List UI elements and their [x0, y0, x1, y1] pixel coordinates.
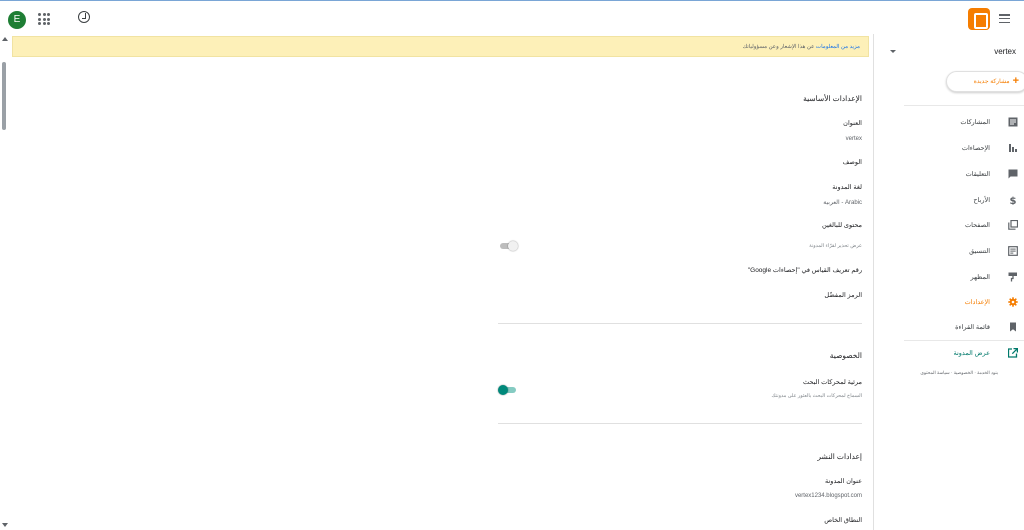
favicon-label[interactable]: الرمز المفضّل: [824, 291, 862, 299]
language-setting-value: Arabic - العربية: [823, 200, 862, 206]
new-post-button[interactable]: +مشاركة جديدة: [946, 71, 1024, 92]
scrollbar-thumb[interactable]: [2, 62, 6, 130]
pages-icon: [1008, 220, 1018, 230]
notice-text: عن هذا الإشعار وعن مسؤولياتك: [742, 44, 815, 50]
section-divider: [498, 323, 862, 324]
sidebar-item-earnings[interactable]: $ الأرباح: [904, 190, 1018, 210]
adult-content-hint: عرض تحذير لقرّاء المدونة: [809, 243, 862, 249]
section-divider: [498, 423, 862, 424]
privacy-heading: الخصوصية: [829, 351, 862, 360]
plus-icon: +: [1012, 75, 1019, 87]
nav-separator: [904, 340, 1024, 341]
gear-icon: [1008, 297, 1018, 307]
footer-links: بنود الخدمة · الخصوصية · سياسة المحتوى: [920, 370, 998, 376]
sidebar-item-comments[interactable]: التعليقات: [904, 164, 1018, 184]
title-setting-value: vertex: [845, 136, 862, 142]
help-circle-icon[interactable]: [78, 11, 90, 23]
bookmark-icon: [1010, 322, 1016, 332]
view-blog-label: عرض المدونة: [953, 350, 990, 357]
apps-grid-icon[interactable]: [38, 13, 50, 25]
sidebar-item-label: الأرباح: [973, 197, 990, 204]
sidebar-item-theme[interactable]: المظهر: [904, 267, 1018, 287]
sidebar-item-label: الصفحات: [964, 222, 990, 229]
publishing-heading: إعدادات النشر: [817, 452, 862, 461]
terms-link[interactable]: بنود الخدمة: [977, 370, 998, 375]
privacy-link[interactable]: الخصوصية: [954, 370, 973, 375]
scroll-up-arrow-icon[interactable]: [1, 36, 8, 42]
svg-text:$: $: [1010, 196, 1017, 205]
search-visibility-hint: السماح لمحركات البحث بالعثور على مدونتك: [771, 393, 862, 399]
analytics-id-label[interactable]: رقم تعريف القياس في "إحصاءات Google": [748, 266, 862, 274]
language-setting-label[interactable]: لغة المدونة: [832, 183, 862, 191]
blog-address-value: vertex1234.blogspot.com: [794, 493, 862, 499]
sidebar-item-reading-list[interactable]: قائمة القراءة: [904, 317, 1018, 337]
sidebar-item-label: التعليقات: [965, 171, 990, 178]
blogger-logo-icon[interactable]: [968, 8, 990, 30]
left-nav: vertex +مشاركة جديدة المشاركات الإحصاءات…: [874, 34, 1024, 530]
account-avatar[interactable]: E: [8, 11, 26, 29]
open-external-icon: [1008, 348, 1018, 358]
search-visibility-label: مرئية لمحركات البحث: [803, 379, 862, 386]
view-blog-link[interactable]: عرض المدونة: [904, 343, 1018, 363]
footer-separator: ·: [950, 370, 953, 375]
comments-icon: [1008, 169, 1018, 179]
scroll-down-arrow-icon[interactable]: [1, 522, 8, 528]
sidebar-item-layout[interactable]: التنسيق: [904, 241, 1018, 261]
search-visibility-toggle[interactable]: [498, 385, 518, 395]
content-policy-link[interactable]: سياسة المحتوى: [920, 370, 949, 375]
sidebar-item-label: المشاركات: [960, 119, 990, 126]
sidebar-item-label: الإعدادات: [964, 299, 990, 306]
sidebar-item-posts[interactable]: المشاركات: [904, 112, 1018, 132]
dollar-icon: $: [1010, 196, 1017, 205]
footer-separator: ·: [974, 370, 976, 375]
sidebar-item-settings[interactable]: الإعدادات: [904, 292, 1018, 312]
basic-settings-heading: الإعدادات الأساسية: [803, 94, 862, 103]
description-setting-label[interactable]: الوصف: [843, 158, 862, 166]
adult-content-toggle[interactable]: [498, 241, 518, 251]
adult-content-label: محتوى للبالغين: [822, 222, 862, 229]
blog-selector[interactable]: vertex: [994, 47, 1016, 56]
learn-more-link[interactable]: مزيد من المعلومات: [816, 44, 860, 50]
sidebar-item-label: المظهر: [970, 274, 990, 281]
sidebar-item-pages[interactable]: الصفحات: [904, 215, 1018, 235]
custom-domain-label[interactable]: النطاق الخاص: [824, 516, 862, 524]
sidebar-item-label: الإحصاءات: [961, 145, 990, 152]
layout-icon: [1008, 246, 1018, 256]
top-bar: E: [0, 0, 1024, 34]
posts-icon: [1008, 117, 1018, 127]
new-post-label: مشاركة جديدة: [973, 79, 1010, 86]
hamburger-menu-icon[interactable]: [999, 14, 1010, 24]
paint-roller-icon: [1008, 272, 1017, 282]
title-setting-label[interactable]: العنوان: [843, 119, 862, 127]
sidebar-item-stats[interactable]: الإحصاءات: [904, 138, 1018, 158]
blog-address-label[interactable]: عنوان المدونة: [825, 477, 862, 485]
notice-banner: مزيد من المعلومات عن هذا الإشعار وعن مسؤ…: [12, 36, 869, 57]
stats-icon: [1009, 144, 1017, 152]
chevron-down-icon[interactable]: [890, 50, 896, 53]
nav-separator: [904, 105, 1024, 106]
sidebar-item-label: التنسيق: [969, 248, 990, 255]
sidebar-item-label: قائمة القراءة: [955, 324, 990, 331]
